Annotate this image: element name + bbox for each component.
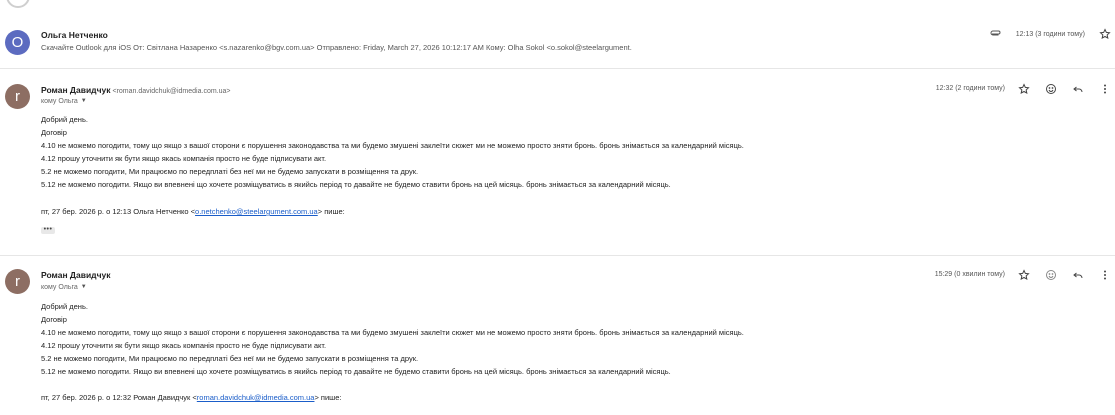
body-line: 5.12 не можемо погодити. Якщо ви впевнен… <box>41 180 671 189</box>
message-body: Добрий день. Договір 4.10 не можемо пого… <box>41 113 744 191</box>
reply-icon[interactable] <box>1071 268 1085 282</box>
recipients-toggle[interactable]: кому Ольга ▼ <box>41 284 87 291</box>
sender-name: Роман Давидчук <box>41 270 111 280</box>
body-line: 4.12 прошу уточнити як бути якщо якась к… <box>41 341 327 350</box>
reply-icon[interactable] <box>1071 82 1085 96</box>
attachment-icon <box>989 27 1003 41</box>
more-icon[interactable] <box>1098 268 1112 282</box>
sender-name-text: Роман Давидчук <box>41 85 111 95</box>
body-line: Добрий день. <box>41 115 88 124</box>
body-line: Договір <box>41 128 67 137</box>
divider <box>0 255 1115 256</box>
message-body: Добрий день. Договір 4.10 не можемо пого… <box>41 300 744 378</box>
message-snippet: Скачайте Outlook для iOS От: Світлана На… <box>41 43 632 52</box>
divider <box>0 68 1115 69</box>
emoji-icon[interactable] <box>1044 82 1058 96</box>
avatar: r <box>5 269 30 294</box>
star-icon[interactable] <box>1098 27 1112 41</box>
quote-suffix: > пише: <box>317 207 345 216</box>
message-time: 12:13 (3 години тому) <box>1015 31 1085 38</box>
previous-message-avatar[interactable] <box>6 0 30 8</box>
sender-name: Ольга Нетченко <box>41 30 108 40</box>
star-icon[interactable] <box>1017 268 1031 282</box>
recipients-toggle[interactable]: кому Ольга ▼ <box>41 98 87 105</box>
quote-suffix: > пише: <box>314 393 342 402</box>
avatar: O <box>5 30 30 55</box>
chevron-down-icon: ▼ <box>80 284 87 290</box>
show-trimmed-content-button[interactable]: ••• <box>41 226 55 234</box>
quote-email-link[interactable]: o.netchenko@steelargument.com.ua <box>195 207 318 216</box>
body-line: 4.10 не можемо погодити, тому що якщо з … <box>41 141 744 150</box>
message-time: 12:32 (2 години тому) <box>935 85 1005 92</box>
chevron-down-icon: ▼ <box>80 98 87 104</box>
avatar: r <box>5 84 30 109</box>
recipients-label: кому Ольга <box>41 284 78 291</box>
body-line: 4.12 прошу уточнити як бути якщо якась к… <box>41 154 327 163</box>
quote-prefix: пт, 27 бер. 2026 р. о 12:13 Ольга Нетчен… <box>41 207 196 216</box>
body-line: Договір <box>41 315 67 324</box>
more-icon[interactable] <box>1098 82 1112 96</box>
body-line: 5.12 не можемо погодити. Якщо ви впевнен… <box>41 367 671 376</box>
body-line: 4.10 не можемо погодити, тому що якщо з … <box>41 328 744 337</box>
sender-email: <roman.davidchuk@idmedia.com.ua> <box>112 88 231 95</box>
body-line: Добрий день. <box>41 302 88 311</box>
quote-header: пт, 27 бер. 2026 р. о 12:13 Ольга Нетчен… <box>41 207 345 216</box>
star-icon[interactable] <box>1017 82 1031 96</box>
recipients-label: кому Ольга <box>41 98 78 105</box>
body-line: 5.2 не можемо погодити, Ми працюємо по п… <box>41 354 419 363</box>
quote-header: пт, 27 бер. 2026 р. о 12:32 Роман Давидч… <box>41 393 341 402</box>
body-line: 5.2 не можемо погодити, Ми працюємо по п… <box>41 167 419 176</box>
emoji-icon[interactable] <box>1044 268 1058 282</box>
message-time: 15:29 (0 хвилин тому) <box>934 271 1005 278</box>
sender-name: Роман Давидчук <roman.davidchuk@idmedia.c… <box>41 85 231 95</box>
quote-email-link[interactable]: roman.davidchuk@idmedia.com.ua <box>197 393 315 402</box>
quote-prefix: пт, 27 бер. 2026 р. о 12:32 Роман Давидч… <box>41 393 197 402</box>
